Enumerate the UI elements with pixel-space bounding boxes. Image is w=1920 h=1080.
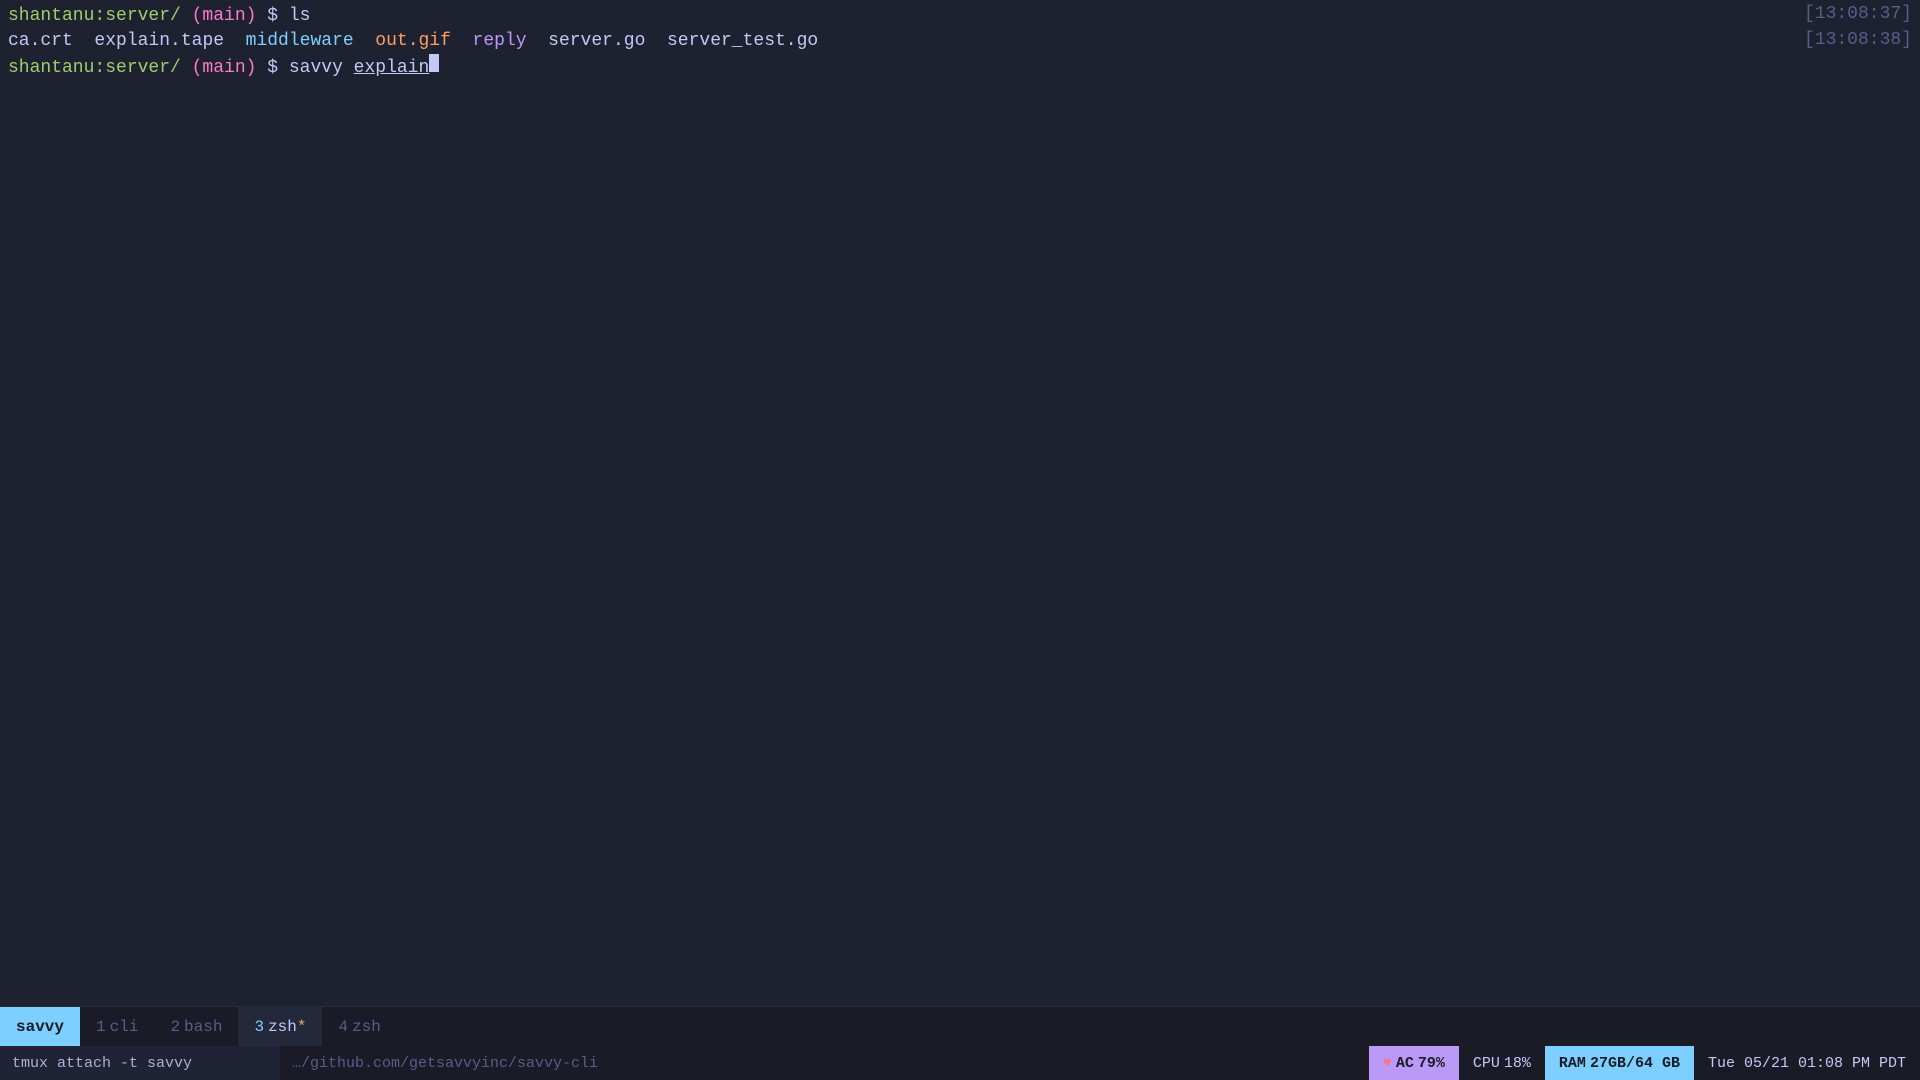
- status-right: ♥ AC 79% CPU 18% RAM 27GB/64 GB Tue 05/2…: [1369, 1046, 1920, 1080]
- timestamp-2: [13:08:38]: [1804, 30, 1912, 50]
- terminal-line-1: shantanu:server/ (main) $ ls: [8, 4, 1912, 29]
- file-explain-tape: explain.tape: [94, 29, 224, 54]
- tab-1-num: 1: [96, 1018, 106, 1036]
- tab-row: savvy 1 cli 2 bash 3 zsh* 4 zsh: [0, 1006, 1920, 1046]
- tab-2-bash[interactable]: 2 bash: [154, 1007, 238, 1046]
- ram-label: RAM: [1559, 1055, 1586, 1072]
- file-server-test-go: server_test.go: [667, 29, 818, 54]
- bottom-area: savvy 1 cli 2 bash 3 zsh* 4 zsh tmux att…: [0, 1006, 1920, 1080]
- battery-label: AC: [1396, 1055, 1414, 1072]
- tab-3-star: *: [297, 1018, 307, 1036]
- tab-4-num: 4: [338, 1018, 348, 1036]
- tab-3-num: 3: [254, 1018, 264, 1036]
- cmd-arg-explain: explain: [354, 56, 430, 81]
- tab-4-zsh[interactable]: 4 zsh: [322, 1007, 396, 1046]
- status-ram: RAM 27GB/64 GB: [1545, 1046, 1694, 1080]
- file-ca-crt: ca.crt: [8, 29, 73, 54]
- timestamp-1: [13:08:37]: [1804, 4, 1912, 24]
- cpu-value: 18%: [1504, 1055, 1531, 1072]
- session-name[interactable]: savvy: [0, 1007, 80, 1046]
- cmd-ls: ls: [289, 4, 311, 29]
- terminal-line-3: shantanu:server/ (main) $ savvy explain: [8, 54, 1912, 81]
- status-command: tmux attach -t savvy: [0, 1046, 280, 1080]
- status-datetime: Tue 05/21 01:08 PM PDT: [1694, 1046, 1920, 1080]
- cmd-savvy: savvy: [289, 56, 354, 81]
- prompt-dollar-1: $: [256, 4, 288, 29]
- prompt-branch-1: (main): [181, 4, 257, 29]
- tab-1-label: cli: [110, 1018, 139, 1036]
- terminal-cursor: [429, 54, 439, 72]
- prompt-user-1: shantanu:server/: [8, 4, 181, 29]
- tab-4-label: zsh: [352, 1018, 381, 1036]
- tab-3-zsh[interactable]: 3 zsh*: [238, 1007, 322, 1046]
- file-reply: reply: [473, 29, 527, 54]
- prompt-dollar-3: $: [256, 56, 288, 81]
- tab-3-label: zsh: [268, 1018, 297, 1036]
- tab-2-num: 2: [170, 1018, 180, 1036]
- heart-icon: ♥: [1383, 1055, 1392, 1072]
- prompt-branch-3: (main): [181, 56, 257, 81]
- file-middleware: middleware: [246, 29, 354, 54]
- terminal: shantanu:server/ (main) $ ls ca.crt expl…: [0, 0, 1920, 1080]
- terminal-content: shantanu:server/ (main) $ ls ca.crt expl…: [0, 0, 1920, 86]
- terminal-line-2-output: ca.crt explain.tape middleware out.gif r…: [8, 29, 1912, 54]
- status-battery: ♥ AC 79%: [1369, 1046, 1459, 1080]
- tab-1-cli[interactable]: 1 cli: [80, 1007, 154, 1046]
- ram-value: 27GB/64 GB: [1590, 1055, 1680, 1072]
- status-path: …/github.com/getsavvyinc/savvy-cli: [280, 1046, 1369, 1080]
- battery-value: 79%: [1418, 1055, 1445, 1072]
- cpu-label: CPU: [1473, 1055, 1500, 1072]
- status-cpu: CPU 18%: [1459, 1046, 1545, 1080]
- prompt-user-3: shantanu:server/: [8, 56, 181, 81]
- file-server-go: server.go: [548, 29, 645, 54]
- tab-2-label: bash: [184, 1018, 222, 1036]
- status-row: tmux attach -t savvy …/github.com/getsav…: [0, 1046, 1920, 1080]
- file-out-gif: out.gif: [375, 29, 451, 54]
